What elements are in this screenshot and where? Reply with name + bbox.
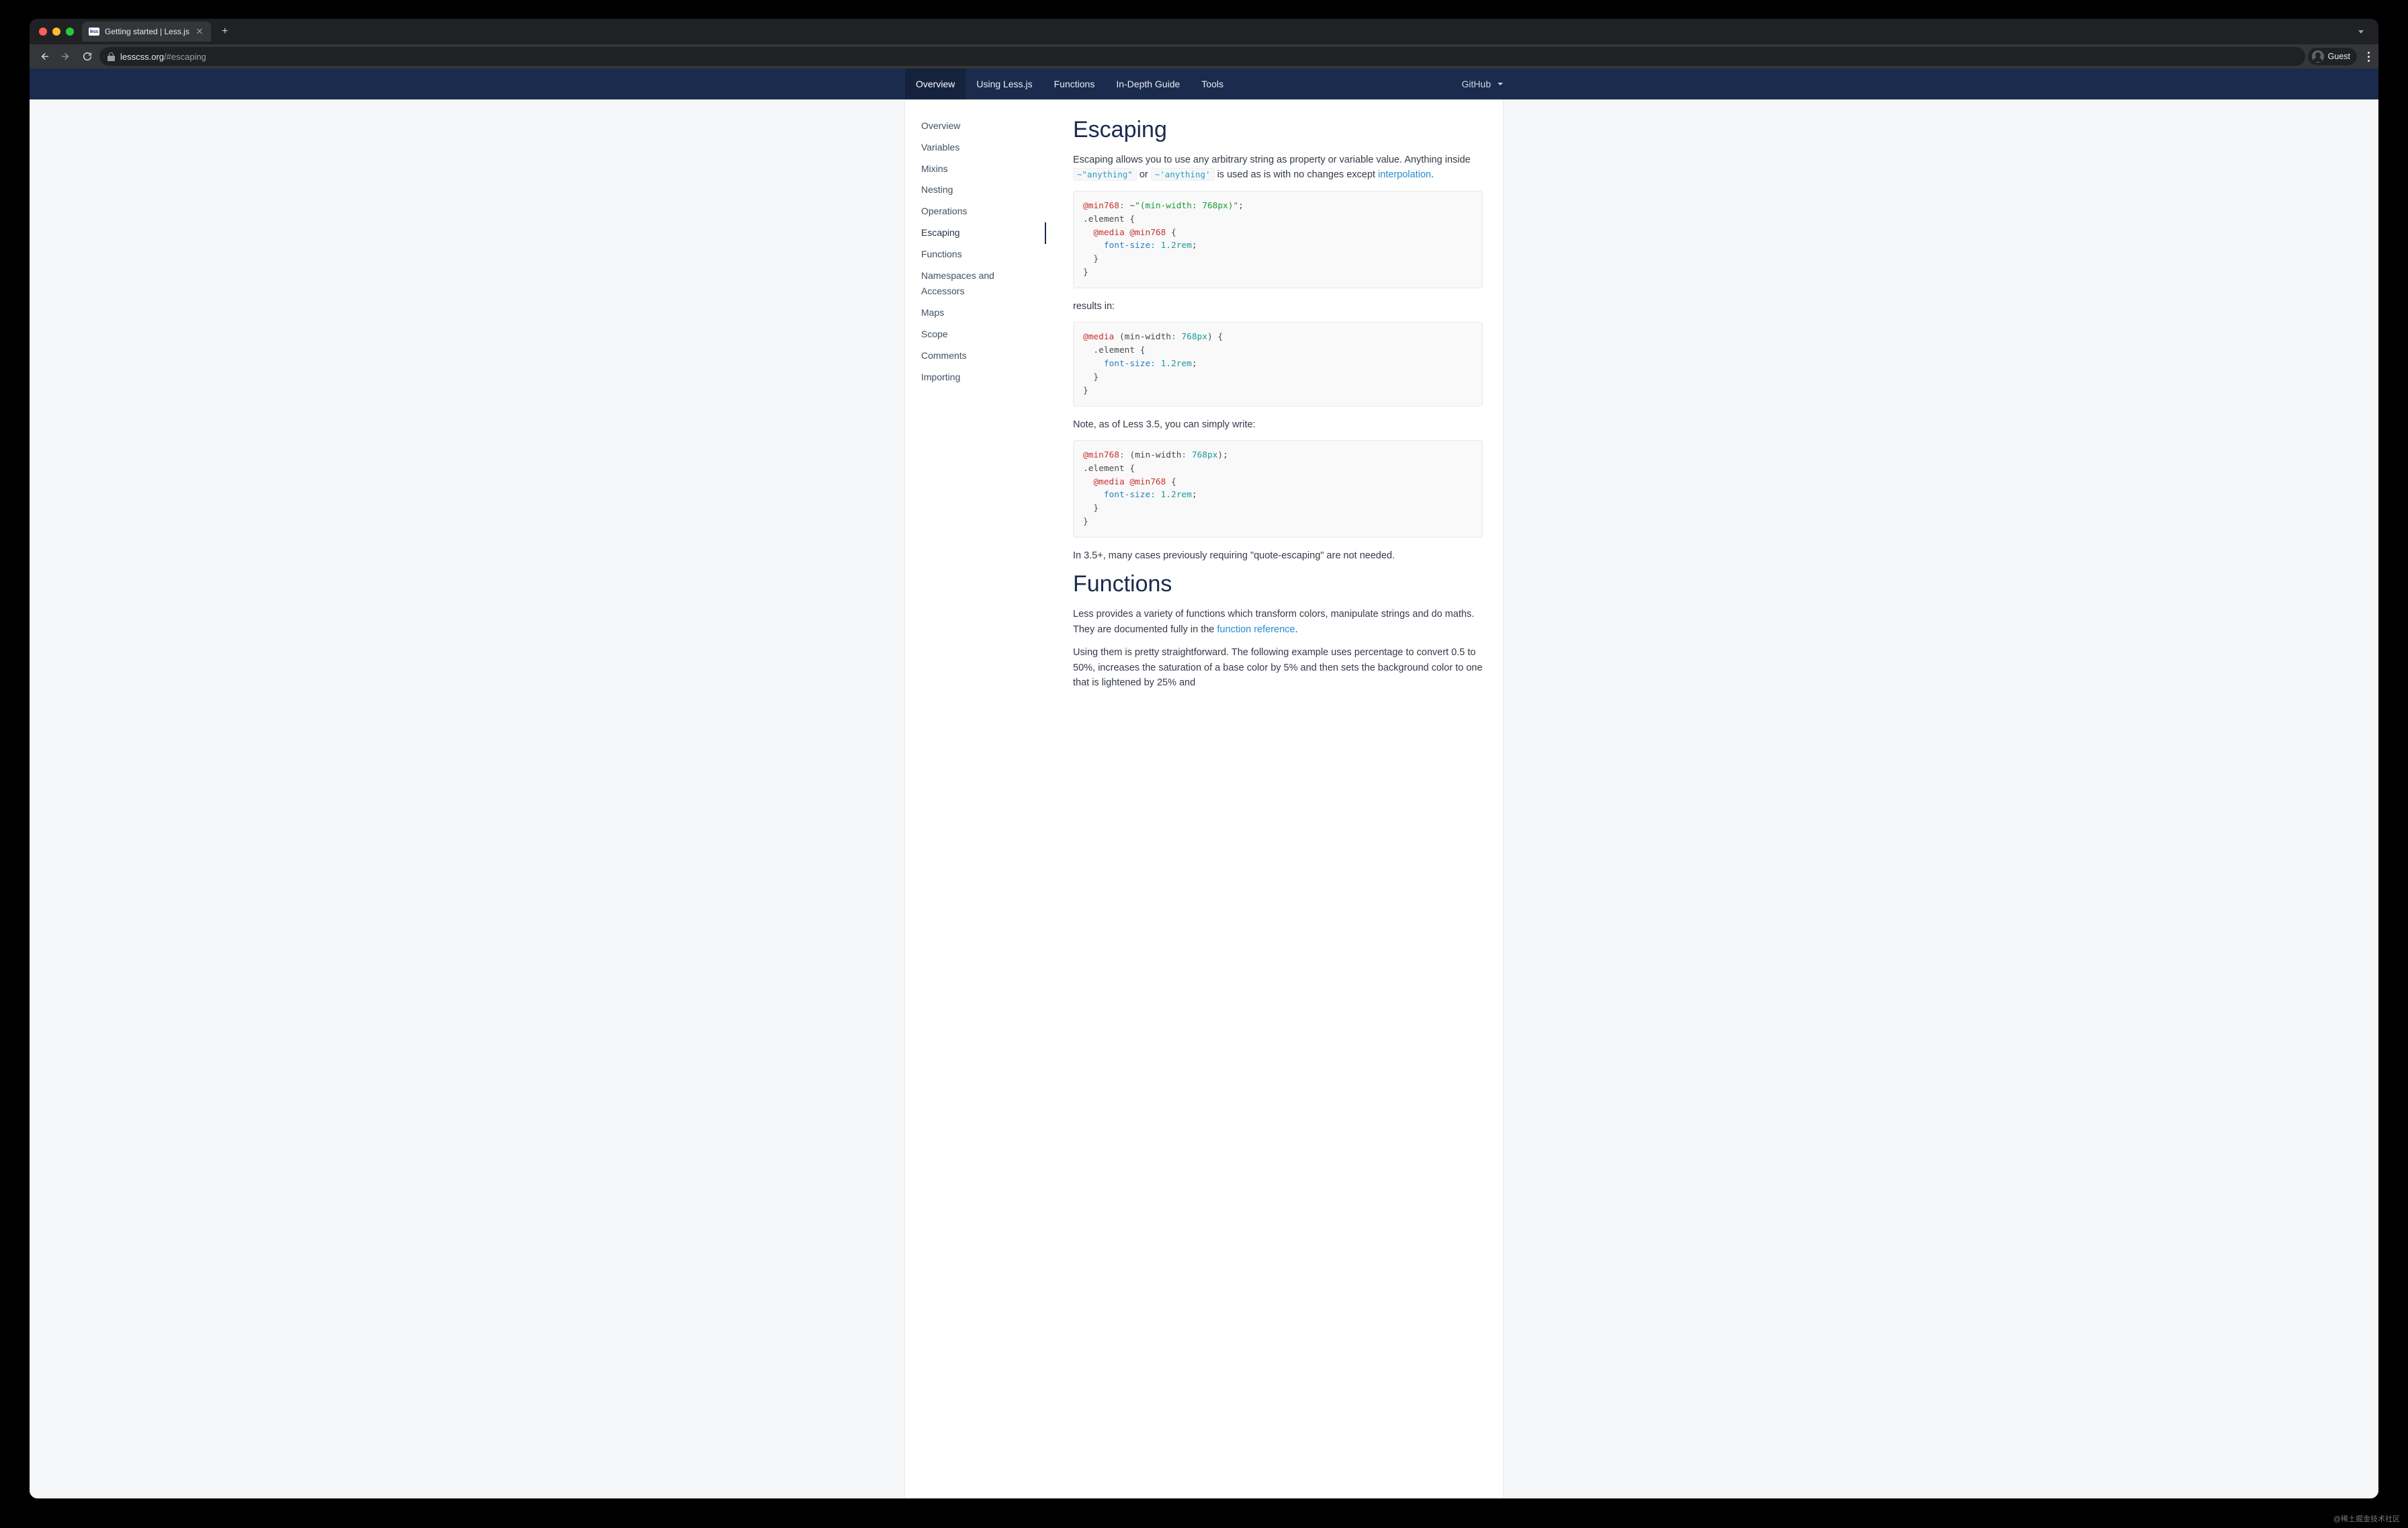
nav-item-in-depth-guide[interactable]: In-Depth Guide bbox=[1105, 69, 1191, 99]
favicon-icon: less bbox=[89, 28, 99, 36]
sidebar-item-comments[interactable]: Comments bbox=[905, 345, 1046, 367]
close-tab-button[interactable] bbox=[195, 27, 204, 36]
tab-title: Getting started | Less.js bbox=[105, 27, 189, 36]
browser-window: less Getting started | Less.js + lesscss… bbox=[30, 19, 2378, 1498]
nav-item-functions[interactable]: Functions bbox=[1043, 69, 1106, 99]
browser-menu-button[interactable] bbox=[2364, 50, 2373, 62]
github-label: GitHub bbox=[1461, 79, 1491, 89]
inline-code: ~"anything" bbox=[1073, 168, 1137, 181]
url-host: lesscss.org bbox=[120, 52, 164, 62]
profile-button[interactable]: Guest bbox=[2308, 48, 2357, 65]
site-navbar: OverviewUsing Less.jsFunctionsIn-Depth G… bbox=[30, 69, 2378, 99]
github-link[interactable]: GitHub bbox=[1461, 69, 1503, 99]
sidebar-item-escaping[interactable]: Escaping bbox=[905, 222, 1046, 244]
note-quote-escaping: In 3.5+, many cases previously requiring… bbox=[1073, 548, 1483, 563]
watermark: @稀土掘金技术社区 bbox=[2333, 1513, 2400, 1524]
tab-strip: less Getting started | Less.js + bbox=[82, 22, 234, 42]
code-block: @min768: ~"(min-width: 768px)"; .element… bbox=[1073, 191, 1483, 288]
page: OverviewUsing Less.jsFunctionsIn-Depth G… bbox=[30, 69, 2378, 1498]
sidebar-item-variables[interactable]: Variables bbox=[905, 137, 1046, 159]
minimize-window-button[interactable] bbox=[52, 28, 60, 36]
nav-item-overview[interactable]: Overview bbox=[905, 69, 965, 99]
sidebar: OverviewVariablesMixinsNestingOperations… bbox=[905, 99, 1046, 1498]
sidebar-item-nesting[interactable]: Nesting bbox=[905, 179, 1046, 201]
url-text: lesscss.org/#escaping bbox=[120, 52, 206, 62]
avatar-icon bbox=[2312, 50, 2324, 62]
close-window-button[interactable] bbox=[39, 28, 47, 36]
site-navbar-inner: OverviewUsing Less.jsFunctionsIn-Depth G… bbox=[905, 69, 1503, 99]
back-button[interactable] bbox=[35, 47, 54, 66]
sidebar-item-mixins[interactable]: Mixins bbox=[905, 159, 1046, 180]
function-reference-link[interactable]: function reference bbox=[1217, 624, 1295, 635]
maximize-window-button[interactable] bbox=[66, 28, 74, 36]
sidebar-item-scope[interactable]: Scope bbox=[905, 324, 1046, 345]
lock-icon bbox=[108, 52, 115, 61]
forward-button[interactable] bbox=[56, 47, 75, 66]
content-scroll[interactable]: OverviewVariablesMixinsNestingOperations… bbox=[30, 99, 2378, 1498]
heading-escaping: Escaping bbox=[1073, 117, 1483, 143]
content: OverviewVariablesMixinsNestingOperations… bbox=[905, 99, 1503, 1498]
tabs-menu-button[interactable] bbox=[2353, 24, 2369, 40]
profile-label: Guest bbox=[2328, 52, 2350, 61]
chevron-down-icon bbox=[1498, 83, 1503, 85]
main: Escaping Escaping allows you to use any … bbox=[1046, 99, 1503, 1498]
sidebar-item-importing[interactable]: Importing bbox=[905, 367, 1046, 388]
sidebar-item-overview[interactable]: Overview bbox=[905, 116, 1046, 137]
new-tab-button[interactable]: + bbox=[216, 23, 234, 40]
sidebar-item-operations[interactable]: Operations bbox=[905, 201, 1046, 222]
toolbar: lesscss.org/#escaping Guest bbox=[30, 44, 2378, 69]
interpolation-link[interactable]: interpolation bbox=[1378, 169, 1431, 180]
reload-icon bbox=[82, 51, 93, 62]
code-block: @min768: (min-width: 768px); .element { … bbox=[1073, 440, 1483, 538]
nav-item-using-less-js[interactable]: Using Less.js bbox=[965, 69, 1043, 99]
inline-code: ~'anything' bbox=[1151, 168, 1215, 181]
note-less35: Note, as of Less 3.5, you can simply wri… bbox=[1073, 417, 1483, 432]
reload-button[interactable] bbox=[78, 47, 97, 66]
browser-tab[interactable]: less Getting started | Less.js bbox=[82, 22, 211, 42]
sidebar-item-namespaces-and-accessors[interactable]: Namespaces and Accessors bbox=[905, 265, 1046, 303]
code-block: @media (min-width: 768px) { .element { f… bbox=[1073, 322, 1483, 406]
sidebar-item-maps[interactable]: Maps bbox=[905, 302, 1046, 324]
sidebar-item-functions[interactable]: Functions bbox=[905, 244, 1046, 265]
address-bar[interactable]: lesscss.org/#escaping bbox=[99, 47, 2305, 66]
functions-intro: Less provides a variety of functions whi… bbox=[1073, 607, 1483, 637]
results-in-label: results in: bbox=[1073, 299, 1483, 314]
arrow-right-icon bbox=[60, 51, 71, 62]
chevron-down-icon bbox=[2358, 30, 2364, 34]
heading-functions: Functions bbox=[1073, 571, 1483, 597]
arrow-left-icon bbox=[39, 51, 50, 62]
titlebar: less Getting started | Less.js + bbox=[30, 19, 2378, 44]
url-path: /#escaping bbox=[164, 52, 206, 62]
window-controls bbox=[39, 28, 74, 36]
functions-usage: Using them is pretty straightforward. Th… bbox=[1073, 645, 1483, 690]
escaping-intro: Escaping allows you to use any arbitrary… bbox=[1073, 153, 1483, 183]
nav-item-tools[interactable]: Tools bbox=[1191, 69, 1234, 99]
